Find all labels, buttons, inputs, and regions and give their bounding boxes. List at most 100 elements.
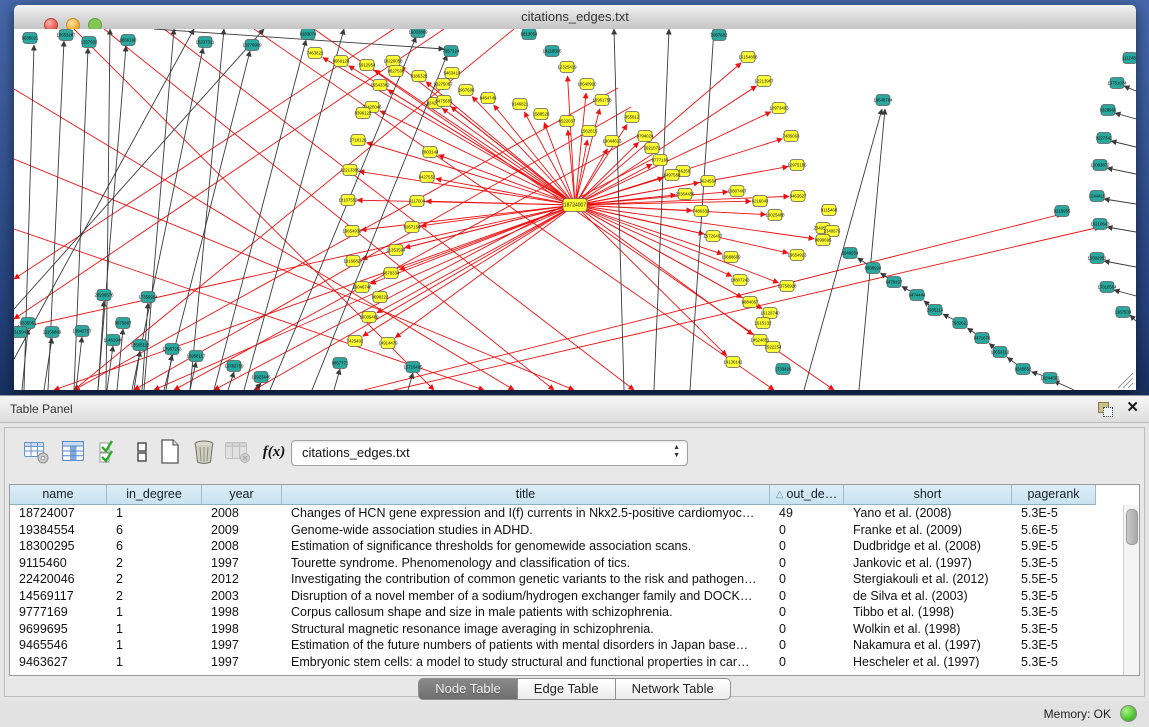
graph-node[interactable]: 3624554 [700, 176, 717, 187]
graph-node[interactable]: 8938924 [865, 263, 882, 274]
graph-node[interactable]: 16648784 [873, 95, 893, 106]
graph-node[interactable]: 10653287 [56, 30, 76, 41]
graph-node[interactable]: 19218506 [542, 46, 562, 57]
graph-node[interactable]: 5463412 [444, 68, 461, 79]
column-header-name[interactable]: name [10, 485, 107, 505]
graph-node[interactable]: 19166827 [343, 256, 363, 267]
column-header-out_degree[interactable]: △out_de… [770, 485, 844, 505]
graph-node[interactable]: 17359924 [138, 292, 158, 303]
graph-node[interactable]: 1562615 [581, 126, 598, 137]
graph-node[interactable]: 8396122 [355, 108, 372, 119]
graph-node[interactable]: 2522254 [765, 342, 782, 353]
graph-node[interactable]: 8427552 [419, 172, 436, 183]
table-row[interactable]: 946554611997Estimation of the future num… [10, 637, 1124, 654]
graph-node[interactable]: 7485063 [783, 131, 800, 142]
graph-node[interactable]: 16154808 [738, 52, 758, 63]
tab-node-table[interactable]: Node Table [418, 678, 518, 700]
graph-node[interactable]: 17016504 [1097, 282, 1117, 293]
graph-node[interactable]: 7425402 [347, 336, 364, 347]
resize-grip-icon[interactable] [1123, 378, 1133, 388]
tab-network-table[interactable]: Network Table [616, 678, 731, 700]
graph-node[interactable]: 20206576 [94, 290, 114, 301]
column-header-short[interactable]: short [844, 485, 1012, 505]
table-row[interactable]: 969969511998Structural magnetic resonanc… [10, 621, 1124, 638]
graph-node[interactable]: 17957253 [162, 344, 182, 355]
graph-node[interactable]: 2803144 [422, 147, 439, 158]
graph-node[interactable]: 9827508 [388, 66, 405, 77]
network-window-titlebar[interactable]: citations_edges.txt [14, 5, 1136, 30]
table-row[interactable]: 911546021997Tourette syndrome. Phenomeno… [10, 555, 1124, 572]
close-panel-icon[interactable]: ✕ [1126, 400, 1139, 416]
graph-node[interactable]: 9329966 [1100, 105, 1117, 116]
graph-node[interactable]: 5878334 [383, 268, 400, 279]
graph-node[interactable]: 1640954 [842, 248, 859, 259]
graph-node[interactable]: 13756928 [777, 281, 797, 292]
graph-node[interactable]: 8660128 [333, 56, 350, 67]
graph-node[interactable]: 15237311 [196, 37, 215, 48]
table-row[interactable]: 1456911722003Disruption of a novel membe… [10, 588, 1124, 605]
graph-node[interactable]: 12213967 [754, 76, 774, 87]
graph-node[interactable]: 8522037 [559, 116, 576, 127]
graph-node[interactable]: 1112480 [1122, 53, 1136, 64]
float-window-icon[interactable] [1097, 401, 1113, 417]
graph-node[interactable]: 11156869 [43, 327, 62, 338]
graph-node[interactable]: 6866160 [120, 35, 137, 46]
graph-node[interactable]: 8267150 [404, 222, 421, 233]
table-row[interactable]: 1938455462009Genome-wide association stu… [10, 522, 1124, 539]
graph-node[interactable]: 15720407 [703, 231, 723, 242]
graph-node[interactable]: 20364456 [675, 189, 695, 200]
graph-node[interactable]: 1244415 [1089, 191, 1106, 202]
graph-node[interactable]: 1621072 [644, 143, 661, 154]
graph-node[interactable]: 15751074 [1107, 78, 1127, 89]
graph-node[interactable]: 9035021 [22, 33, 39, 44]
graph-node[interactable]: 9146821 [512, 99, 529, 110]
graph-node[interactable]: 16210643 [1090, 219, 1110, 230]
graph-node[interactable]: 6497568 [664, 170, 681, 181]
table-row[interactable]: 1830029562008Estimation of significance … [10, 538, 1124, 555]
row-height-button[interactable] [127, 436, 157, 468]
graph-node[interactable]: 16543382 [370, 80, 390, 91]
graph-node[interactable]: 19654923 [787, 250, 807, 261]
table-settings-button[interactable] [21, 436, 51, 468]
memory-status-icon[interactable] [1120, 705, 1137, 722]
tab-edge-table[interactable]: Edge Table [518, 678, 616, 700]
table-row[interactable]: 2242004622012Investigating the contribut… [10, 571, 1124, 588]
graph-node[interactable]: 6479197 [886, 277, 903, 288]
graph-node[interactable]: 1327902 [81, 37, 98, 48]
graph-node[interactable]: 9794024 [637, 131, 654, 142]
graph-node[interactable]: 14914479 [378, 338, 398, 349]
graph-node[interactable]: 10807467 [727, 186, 747, 197]
graph-node[interactable]: 18226058 [383, 56, 403, 67]
graph-node[interactable]: 11451944 [104, 335, 123, 346]
graph-node[interactable]: 3315941 [14, 327, 29, 338]
table-select-dropdown[interactable]: citations_edges.txt ▲▼ [291, 440, 688, 466]
graph-node[interactable]: 1588520 [533, 109, 550, 120]
column-header-year[interactable]: year [202, 485, 282, 505]
graph-node[interactable]: 12975185 [787, 160, 807, 171]
graph-node[interactable]: 955812 [625, 112, 640, 123]
graph-node[interactable]: 18107552 [338, 195, 358, 206]
graph-node[interactable]: 16782759 [224, 361, 244, 372]
graph-node[interactable]: 12213389 [340, 165, 360, 176]
graph-node[interactable]: 1733426 [775, 364, 792, 375]
graph-node[interactable]: 7857224 [443, 46, 460, 57]
graph-node[interactable]: 13275067 [433, 79, 453, 90]
graph-node[interactable]: 15716485 [403, 362, 423, 373]
graph-node[interactable]: 10973493 [769, 103, 789, 114]
graph-node[interactable]: 8186328 [411, 71, 428, 82]
graph-node[interactable]: 9474444 [909, 290, 926, 301]
graph-node[interactable]: 13942757 [72, 326, 92, 337]
function-builder-button[interactable]: f(x) [259, 436, 289, 468]
graph-node[interactable]: 16961758 [592, 95, 612, 106]
graph-node[interactable]: 13505113 [131, 340, 150, 351]
graph-node[interactable]: 11353594 [387, 245, 406, 256]
graph-node[interactable]: 9463627 [790, 191, 807, 202]
graph-node[interactable]: 19044613 [602, 136, 622, 147]
column-header-in_degree[interactable]: in_degree [107, 485, 202, 505]
graph-node[interactable]: 12923446 [251, 372, 271, 383]
graph-node[interactable]: 12325419 [557, 62, 577, 73]
column-header-title[interactable]: title [282, 485, 770, 505]
graph-node[interactable]: 19046748 [352, 282, 372, 293]
graph-node[interactable]: 18724007 [563, 199, 587, 212]
graph-node[interactable]: 9227341 [1096, 133, 1113, 144]
